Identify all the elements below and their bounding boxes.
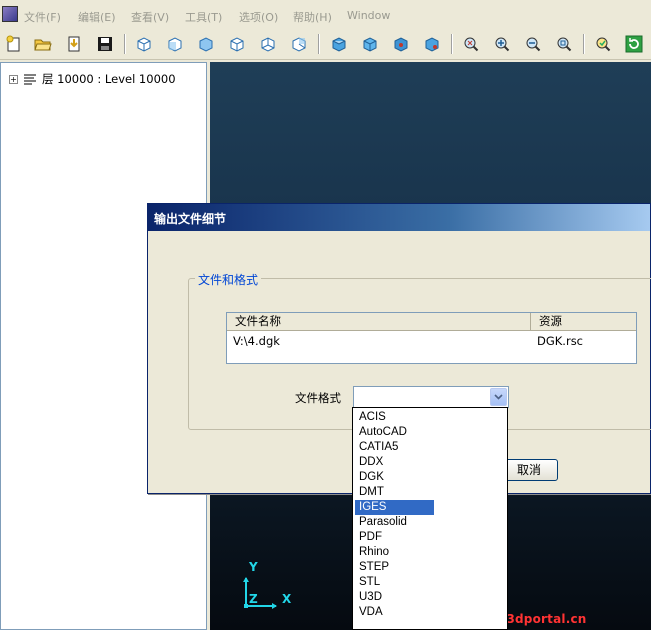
format-option[interactable]: STL: [355, 575, 434, 590]
view-side-icon[interactable]: [226, 33, 248, 55]
save-icon[interactable]: [94, 33, 116, 55]
toolbar: [0, 30, 651, 60]
format-option[interactable]: AutoCAD: [355, 425, 434, 440]
view-back-icon[interactable]: [257, 33, 279, 55]
group-label: 文件和格式: [195, 271, 262, 288]
menu-edit[interactable]: 编辑(E): [78, 9, 116, 25]
axis-x-label: X: [282, 592, 292, 606]
menu-bar: 文件(F) 编辑(E) 查看(V) 工具(T) 选项(O) 帮助(H) Wind…: [0, 0, 651, 30]
format-option[interactable]: CATIA5: [355, 440, 434, 455]
format-option[interactable]: STEP: [355, 560, 434, 575]
zoom-out-icon[interactable]: [522, 33, 544, 55]
cell-filename[interactable]: V:\4.dgk: [233, 334, 280, 348]
menu-file[interactable]: 文件(F): [24, 9, 61, 25]
zoom-in-icon[interactable]: [491, 33, 513, 55]
tree-item-label: 层 10000 : Level 10000: [42, 72, 176, 86]
menu-options[interactable]: 选项(O): [239, 9, 278, 25]
chevron-down-icon[interactable]: [490, 388, 507, 406]
format-label: 文件格式: [295, 391, 341, 405]
expand-toggle[interactable]: +: [9, 74, 18, 84]
new-file-icon[interactable]: [3, 33, 25, 55]
search-zoom-icon[interactable]: [592, 33, 614, 55]
refresh-icon[interactable]: [623, 33, 645, 55]
shaded-cube-3-icon[interactable]: [390, 33, 412, 55]
format-option[interactable]: DGK: [355, 470, 434, 485]
app-icon: [2, 6, 18, 22]
menu-window[interactable]: Window: [347, 9, 390, 22]
menu-help[interactable]: 帮助(H): [293, 9, 332, 25]
column-header-resource[interactable]: 资源: [531, 313, 636, 331]
dialog-title: 输出文件细节: [154, 212, 227, 226]
shaded-cube-4-icon[interactable]: [421, 33, 443, 55]
toolbar-separator: [124, 34, 126, 54]
zoom-window-icon[interactable]: [460, 33, 482, 55]
view-bottom-icon[interactable]: [288, 33, 310, 55]
format-option[interactable]: ACIS: [355, 410, 434, 425]
menu-view[interactable]: 查看(V): [131, 9, 169, 25]
shaded-cube-icon[interactable]: [328, 33, 350, 55]
import-icon[interactable]: [63, 33, 85, 55]
axis-z-label: Z: [249, 592, 258, 606]
menu-tools[interactable]: 工具(T): [185, 9, 222, 25]
zoom-fit-icon[interactable]: [553, 33, 575, 55]
tree-item-layer[interactable]: + 层 10000 : Level 10000: [9, 71, 176, 87]
format-option[interactable]: Parasolid: [355, 515, 434, 530]
open-folder-icon[interactable]: [32, 33, 54, 55]
column-header-filename[interactable]: 文件名称: [227, 313, 531, 331]
view-iso-icon[interactable]: [133, 33, 155, 55]
axis-y-label: Y: [249, 560, 258, 574]
format-option[interactable]: U3D: [355, 590, 434, 605]
format-option[interactable]: VDA: [355, 605, 434, 620]
cell-resource[interactable]: DGK.rsc: [537, 334, 583, 348]
axis-triad-icon: [243, 577, 277, 609]
view-front-icon[interactable]: [164, 33, 186, 55]
format-option[interactable]: DDX: [355, 455, 434, 470]
file-list[interactable]: 文件名称 资源 V:\4.dgk DGK.rsc: [226, 312, 637, 364]
format-select[interactable]: [353, 386, 509, 408]
layers-icon: [24, 74, 36, 85]
toolbar-separator: [451, 34, 453, 54]
toolbar-separator: [583, 34, 585, 54]
format-option[interactable]: Rhino: [355, 545, 434, 560]
format-option-selected[interactable]: IGES: [355, 500, 434, 515]
view-top-icon[interactable]: [195, 33, 217, 55]
cancel-button[interactable]: 取消: [500, 459, 558, 481]
format-dropdown-list: ACIS AutoCAD CATIA5 DDX DGK DMT IGES Par…: [352, 407, 508, 630]
format-option[interactable]: PDF: [355, 530, 434, 545]
toolbar-separator: [318, 34, 320, 54]
dialog-title-bar[interactable]: 输出文件细节: [148, 204, 650, 231]
shaded-cube-2-icon[interactable]: [359, 33, 381, 55]
format-option[interactable]: DMT: [355, 485, 434, 500]
